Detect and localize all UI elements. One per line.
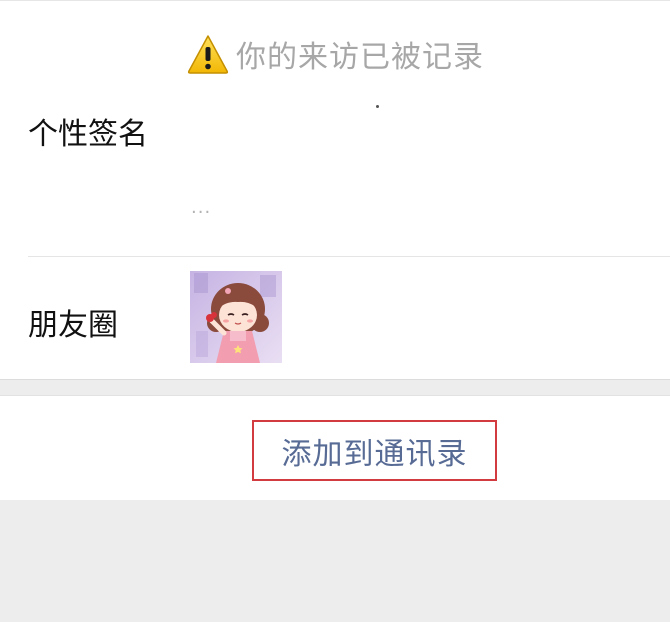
- moments-thumbnail[interactable]: [190, 271, 282, 363]
- signature-dot: [376, 105, 379, 108]
- add-to-contacts-label: 添加到通讯录: [281, 436, 468, 472]
- profile-card: 你的来访已被记录 个性签名 ... 朋友圈: [0, 0, 670, 379]
- signature-label: 个性签名: [28, 117, 148, 152]
- visit-notice: 你的来访已被记录: [0, 26, 670, 82]
- visit-notice-text: 你的来访已被记录: [236, 40, 484, 75]
- add-to-contacts-button[interactable]: 添加到通讯录: [252, 420, 497, 481]
- section-separator: [0, 379, 670, 380]
- top-divider: [0, 0, 670, 1]
- actions-card: 添加到通讯录: [0, 395, 670, 500]
- moments-label[interactable]: 朋友圈: [28, 300, 118, 344]
- warning-icon: [187, 35, 229, 74]
- signature-more[interactable]: ...: [191, 197, 211, 218]
- row-divider: [28, 256, 670, 257]
